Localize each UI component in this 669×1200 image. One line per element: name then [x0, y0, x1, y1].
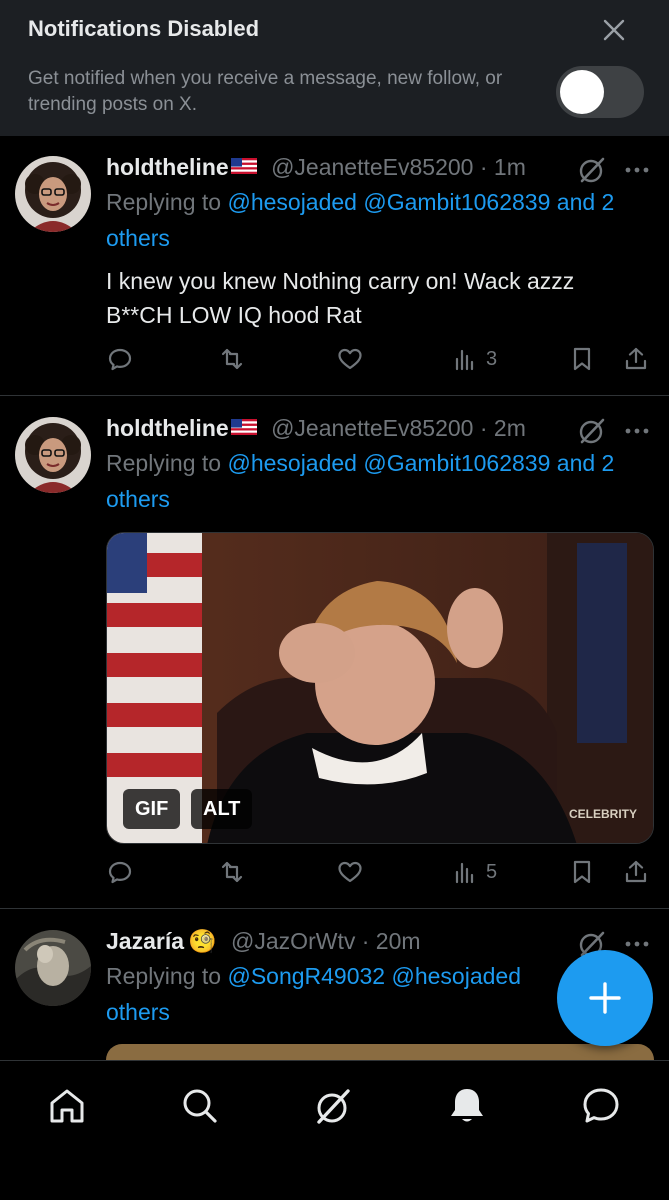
display-name[interactable]: Jazaría: [106, 928, 184, 954]
post-actions: 5: [106, 852, 656, 892]
alt-badge[interactable]: ALT: [191, 789, 253, 829]
grok-icon[interactable]: [576, 415, 608, 447]
media-preview-strip[interactable]: [106, 1044, 654, 1060]
avatar[interactable]: [15, 930, 91, 1006]
mention-link[interactable]: @hesojaded: [392, 963, 522, 989]
views-icon: [455, 862, 474, 884]
gif-image: CELEBRITY: [107, 533, 653, 843]
reply-icon: [108, 348, 132, 371]
banner-title: Notifications Disabled: [28, 16, 260, 41]
nav-grok[interactable]: [310, 1083, 356, 1129]
grok-icon[interactable]: [576, 154, 608, 186]
display-name[interactable]: holdtheline: [106, 154, 229, 180]
bookmark-button[interactable]: [568, 339, 596, 379]
display-name[interactable]: holdtheline: [106, 415, 229, 441]
views-count: 5: [486, 860, 498, 883]
repost-icon: [221, 861, 243, 883]
more-icon[interactable]: [622, 416, 652, 446]
heart-icon: [338, 348, 362, 370]
replying-to: Replying to @hesojaded @Gambit1062839 an…: [106, 184, 656, 256]
timestamp[interactable]: 20m: [376, 928, 421, 954]
nav-messages[interactable]: [578, 1083, 624, 1129]
timestamp[interactable]: 2m: [494, 415, 526, 441]
share-icon: [625, 860, 647, 883]
views-icon: [455, 349, 474, 371]
views-count: 3: [486, 347, 498, 370]
gif-media[interactable]: CELEBRITY GIF ALT: [106, 532, 654, 844]
notifications-toggle[interactable]: [556, 66, 644, 118]
post-meta: holdtheline @JeanetteEv85200 · 1m: [106, 154, 526, 180]
reply-button[interactable]: [106, 852, 134, 892]
repost-button[interactable]: [218, 852, 246, 892]
gif-badge: GIF: [123, 789, 181, 829]
home-icon: [50, 1089, 84, 1123]
more-icon[interactable]: [622, 155, 652, 185]
compose-button[interactable]: [557, 950, 653, 1046]
grok-icon: [317, 1089, 350, 1124]
mention-link[interactable]: @hesojaded: [227, 450, 357, 476]
replying-to: Replying to @hesojaded @Gambit1062839 an…: [106, 445, 656, 517]
replying-prefix: Replying to: [106, 450, 222, 476]
others-link[interactable]: others: [106, 999, 170, 1025]
bookmark-icon: [573, 347, 591, 371]
nav-notifications[interactable]: [444, 1083, 490, 1129]
bottom-navigation: [0, 1060, 669, 1200]
mention-link[interactable]: @Gambit1062839: [363, 450, 550, 476]
avatar[interactable]: [15, 417, 91, 493]
nav-search[interactable]: [177, 1083, 223, 1129]
messages-icon: [583, 1088, 619, 1123]
like-button[interactable]: [336, 339, 364, 379]
timestamp[interactable]: 1m: [494, 154, 526, 180]
nav-home[interactable]: [44, 1083, 90, 1129]
notifications-icon: [451, 1089, 483, 1122]
plus-icon: [589, 982, 621, 1014]
us-flag-icon: [230, 419, 257, 435]
post-meta: Jazaría 🧐 @JazOrWtv · 20m: [106, 928, 421, 954]
replying-prefix: Replying to: [106, 189, 222, 215]
share-button[interactable]: [622, 852, 650, 892]
bookmark-icon: [573, 860, 591, 884]
handle[interactable]: @JeanetteEv85200: [271, 415, 473, 441]
repost-icon: [221, 348, 243, 370]
reply-button[interactable]: [106, 339, 134, 379]
post[interactable]: holdtheline @JeanetteEv85200 · 1m Replyi…: [0, 136, 669, 396]
notifications-banner: Notifications Disabled Get notified when…: [0, 0, 669, 136]
search-icon: [183, 1089, 217, 1123]
timeline-feed: holdtheline @JeanetteEv85200 · 1m Replyi…: [0, 136, 669, 1060]
bookmark-button[interactable]: [568, 852, 596, 892]
post-meta: holdtheline @JeanetteEv85200 · 2m: [106, 415, 526, 441]
handle[interactable]: @JeanetteEv85200: [271, 154, 473, 180]
toggle-knob: [560, 70, 604, 114]
mention-link[interactable]: @SongR49032: [227, 963, 385, 989]
mention-link[interactable]: @hesojaded: [227, 189, 357, 215]
banner-description: Get notified when you receive a message,…: [28, 68, 503, 115]
like-button[interactable]: [336, 852, 364, 892]
and-word[interactable]: and: [557, 450, 595, 476]
mention-link[interactable]: @Gambit1062839: [363, 189, 550, 215]
gif-watermark: CELEBRITY: [569, 807, 637, 821]
heart-icon: [338, 861, 362, 883]
views-button[interactable]: 3: [452, 339, 497, 379]
post[interactable]: holdtheline @JeanetteEv85200 · 2m Replyi…: [0, 397, 669, 909]
share-icon: [625, 347, 647, 370]
views-button[interactable]: 5: [452, 852, 497, 892]
post-text: I knew you knew Nothing carry on! Wack a…: [106, 268, 575, 328]
avatar[interactable]: [15, 156, 91, 232]
handle[interactable]: @JazOrWtv: [231, 928, 355, 954]
reply-icon: [108, 861, 132, 884]
replying-to: Replying to @SongR49032 @hesojaded other…: [106, 958, 566, 1030]
replying-prefix: Replying to: [106, 963, 222, 989]
post-actions: 3: [106, 339, 656, 379]
share-button[interactable]: [622, 339, 650, 379]
and-word[interactable]: and: [557, 189, 595, 215]
us-flag-icon: [230, 158, 257, 174]
close-icon[interactable]: [598, 14, 630, 46]
repost-button[interactable]: [218, 339, 246, 379]
monocle-emoji: 🧐: [188, 928, 217, 954]
